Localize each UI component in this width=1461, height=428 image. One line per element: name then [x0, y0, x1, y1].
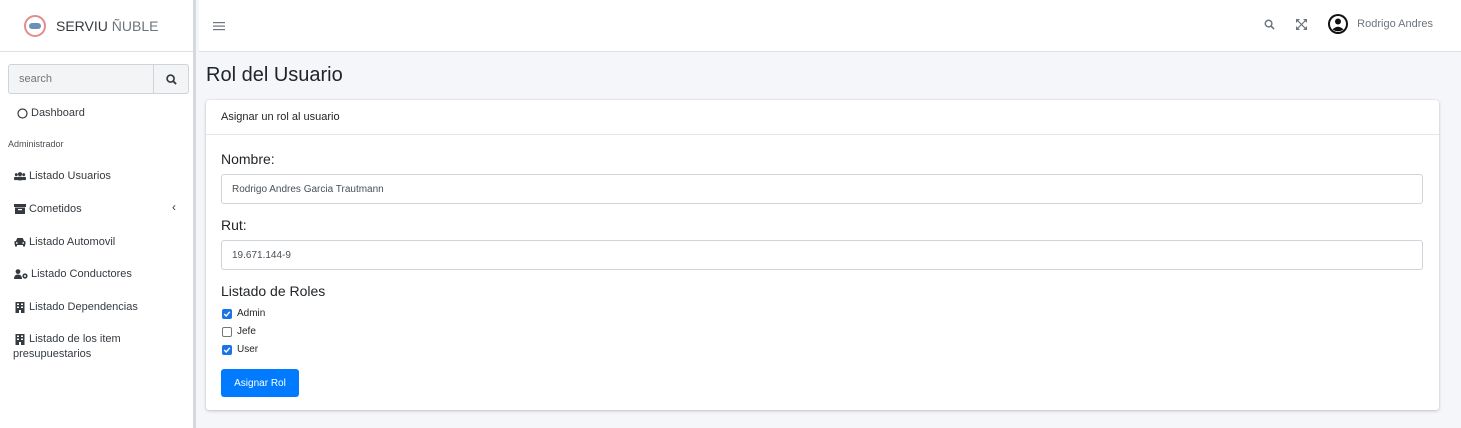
role-label: Jefe	[237, 326, 256, 337]
rut-label: Rut:	[221, 217, 247, 233]
role-label: User	[237, 344, 259, 355]
sidebar-item-label: Listado Dependencias	[29, 301, 138, 313]
rut-field[interactable]: 19.671.144-9	[221, 240, 1423, 270]
navbar-search-icon[interactable]	[1261, 16, 1277, 32]
brand-name: SERVIU ÑUBLE	[56, 18, 158, 34]
role-checkbox-user[interactable]: User	[222, 344, 258, 355]
hamburger-menu-icon[interactable]	[213, 18, 225, 36]
user-name[interactable]: Rodrigo Andres	[1357, 18, 1433, 30]
sidebar-item-dashboard[interactable]: Dashboard	[16, 107, 85, 119]
sidebar-section-header: Administrador	[8, 139, 64, 149]
sidebar-search-input[interactable]	[8, 64, 153, 94]
circle-icon	[16, 107, 28, 119]
sidebar-item-dependencias[interactable]: Listado Dependencias	[14, 301, 138, 313]
fullscreen-icon[interactable]	[1293, 16, 1309, 32]
sidebar-item-label: Dashboard	[31, 107, 85, 119]
sidebar-item-label: Listado Conductores	[31, 268, 132, 280]
role-checkbox-jefe[interactable]: Jefe	[222, 326, 256, 337]
sidebar-item-label: Listado Automovil	[29, 236, 116, 248]
sidebar-item-conductores[interactable]: Listado Conductores	[14, 268, 132, 280]
archive-icon	[14, 204, 26, 215]
page-title: Rol del Usuario	[206, 64, 343, 86]
assign-role-card: Asignar un rol al usuario Nombre: Rodrig…	[206, 100, 1439, 410]
sidebar-search	[8, 64, 189, 94]
building-icon	[14, 301, 26, 313]
sidebar-item-label: Listado Usuarios	[29, 170, 111, 182]
brand-name-thin: ÑUBLE	[111, 17, 159, 34]
sidebar-item-label: Cometidos	[29, 203, 82, 215]
role-checkbox-admin[interactable]: Admin	[222, 308, 265, 319]
sidebar-item-label: Listado de los item	[29, 333, 121, 345]
user-cog-icon	[14, 269, 28, 280]
chevron-left-icon[interactable]: ‹	[172, 200, 176, 214]
brand-logo-icon	[24, 14, 46, 37]
sidebar-item-usuarios[interactable]: Listado Usuarios	[14, 170, 111, 182]
brand-link[interactable]: SERVIU ÑUBLE	[0, 0, 193, 52]
brand-name-bold: SERVIU	[56, 17, 108, 34]
search-icon	[165, 73, 177, 85]
sidebar-item-cometidos[interactable]: Cometidos	[14, 203, 82, 215]
nombre-label: Nombre:	[221, 151, 275, 167]
sidebar-search-button[interactable]	[153, 64, 189, 94]
checkbox-unchecked-icon[interactable]	[222, 326, 232, 337]
sidebar-item-automovil[interactable]: Listado Automovil	[14, 236, 115, 248]
checkbox-checked-icon[interactable]	[222, 308, 232, 319]
roles-label: Listado de Roles	[221, 283, 326, 299]
car-icon	[14, 237, 26, 248]
users-icon	[14, 171, 26, 182]
nombre-field[interactable]: Rodrigo Andres Garcia Trautmann	[221, 174, 1423, 204]
sidebar-item-item-presupuestarios[interactable]: Listado de los item presupuestarios	[13, 333, 121, 360]
top-navbar: Rodrigo Andres	[199, 0, 1461, 52]
building-icon	[14, 333, 26, 345]
assign-role-button[interactable]: Asignar Rol	[221, 369, 299, 397]
card-header: Asignar un rol al usuario	[206, 100, 1439, 135]
sidebar-item-label-line2: presupuestarios	[13, 348, 92, 360]
sidebar: SERVIU ÑUBLE Dashboard Administrador Lis…	[0, 0, 196, 428]
user-avatar-icon[interactable]	[1327, 13, 1349, 35]
checkbox-checked-icon[interactable]	[222, 344, 232, 355]
role-label: Admin	[237, 308, 266, 319]
